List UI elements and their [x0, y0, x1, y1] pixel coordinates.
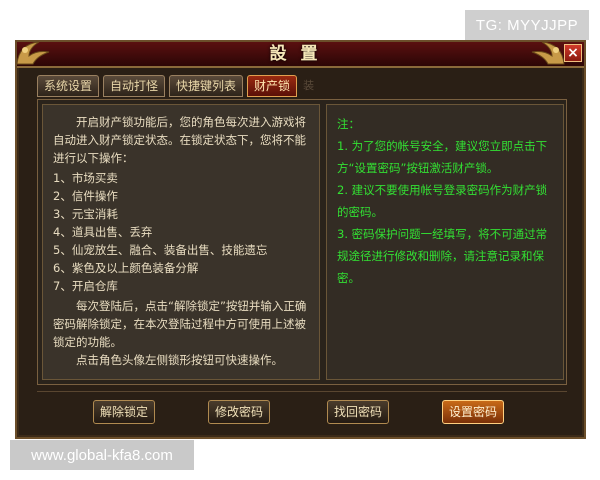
- action-button-bar: 解除锁定 修改密码 找回密码 设置密码: [37, 391, 567, 432]
- tab-hotkey-list[interactable]: 快捷键列表: [169, 75, 244, 97]
- window-title: 設置: [269, 44, 332, 64]
- tab-auto-fight[interactable]: 自动打怪: [103, 75, 166, 97]
- tab-content: 开启财产锁功能后，您的角色每次进入游戏将自动进入财产锁定状态。在锁定状态下，您将…: [37, 99, 567, 385]
- unlock-instructions: 每次登陆后，点击“解除锁定”按钮并输入正确密码解除锁定，在本次登陆过程中方可使用…: [53, 299, 307, 349]
- list-item: 4、道具出售、丢弃: [53, 225, 153, 239]
- recover-password-button[interactable]: 找回密码: [327, 400, 389, 424]
- lock-description-panel: 开启财产锁功能后，您的角色每次进入游戏将自动进入财产锁定状态。在锁定状态下，您将…: [42, 104, 320, 380]
- locked-operations-list: 1、市场买卖 2、信件操作 3、元宝消耗 4、道具出售、丢弃 5、仙宠放生、融合…: [53, 169, 309, 295]
- unlock-button[interactable]: 解除锁定: [93, 400, 155, 424]
- note-item: 1. 为了您的帐号安全，建议您立即点击下方“设置密码”按钮激活财产锁。: [337, 139, 548, 175]
- list-item: 5、仙宠放生、融合、装备出售、技能遗忘: [53, 243, 268, 257]
- corner-ornament-right-icon: [531, 41, 565, 65]
- change-password-button[interactable]: 修改密码: [208, 400, 270, 424]
- note-item: 2. 建议不要使用帐号登录密码作为财产锁的密码。: [337, 183, 548, 219]
- watermark-url: www.global-kfa8.com: [10, 440, 194, 470]
- quick-operation-tip: 点击角色头像左侧锁形按钮可快速操作。: [76, 353, 283, 367]
- notes-title: 注：: [337, 117, 360, 131]
- set-password-button[interactable]: 设置密码: [442, 400, 504, 424]
- settings-window: 設置 × 系统设置 自动打怪 快捷键列表 财产锁 装 开启财产锁功能后，您的角色…: [15, 40, 586, 439]
- list-item: 2、信件操作: [53, 189, 118, 203]
- close-button[interactable]: ×: [564, 44, 582, 62]
- note-item: 3. 密码保护问题一经填写，将不可通过常规途径进行修改和删除，请注意记录和保密。: [337, 227, 548, 285]
- list-item: 1、市场买卖: [53, 171, 118, 185]
- tab-bar: 系统设置 自动打怪 快捷键列表 财产锁 装: [37, 75, 314, 99]
- intro-text: 开启财产锁功能后，您的角色每次进入游戏将自动进入财产锁定状态。在锁定状态下，您将…: [53, 115, 306, 165]
- list-item: 3、元宝消耗: [53, 207, 118, 221]
- notes-panel: 注： 1. 为了您的帐号安全，建议您立即点击下方“设置密码”按钮激活财产锁。 2…: [326, 104, 564, 380]
- title-bar: 設置 ×: [16, 41, 584, 68]
- tab-overflow-text: 装: [303, 79, 315, 92]
- tab-property-lock[interactable]: 财产锁: [247, 75, 298, 97]
- tab-system-settings[interactable]: 系统设置: [37, 75, 100, 97]
- watermark-tg: TG: MYYJJPP: [465, 10, 589, 40]
- list-item: 7、开启仓库: [53, 279, 118, 293]
- list-item: 6、紫色及以上颜色装备分解: [53, 261, 199, 275]
